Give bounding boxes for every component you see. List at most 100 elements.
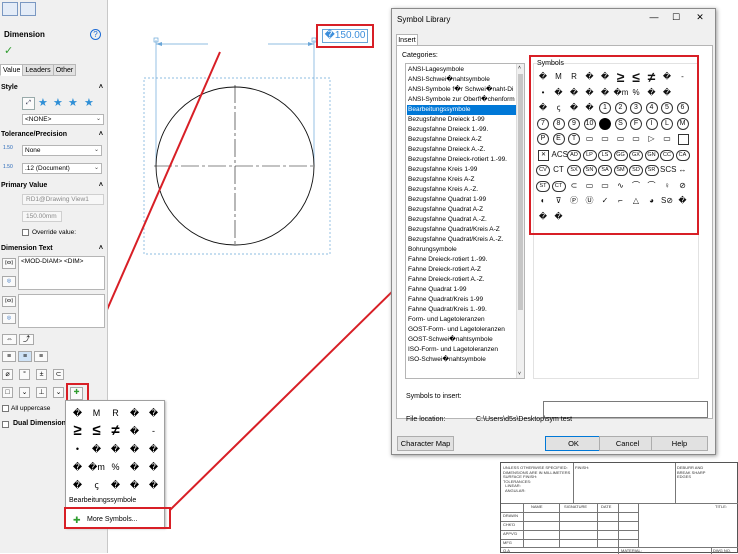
category-item[interactable]: Bezugsfahne Kreis 1-99 <box>407 165 517 175</box>
category-item[interactable]: Fahne Quadrat/Kreis 1-99 <box>407 295 517 305</box>
palette-symbol[interactable]: % <box>106 458 125 476</box>
category-item[interactable]: Bezugsfahne Dreieck-rotiert 1.-99. <box>407 155 517 165</box>
countersink-symbol-button[interactable]: ⌄ <box>19 387 30 398</box>
dimension-text-above[interactable]: <MOD-DIAM> <DIM> <box>18 256 105 290</box>
palette-symbol[interactable]: M <box>87 404 106 422</box>
category-item[interactable]: Fahne Dreieck-rotiert 1.-99. <box>407 255 517 265</box>
symbol-dropdown-chevron-icon[interactable]: ⌄ <box>53 387 64 398</box>
category-item[interactable]: Bezugsfahne Dreieck 1.-99. <box>407 125 517 135</box>
feature-manager-icon[interactable] <box>2 2 18 16</box>
primary-value-section-header[interactable]: Primary Value ˄ <box>1 182 105 189</box>
category-item[interactable]: ANSI-Lagesymbole <box>407 65 517 75</box>
tolerance-type-combo[interactable]: None ⌄ <box>22 145 102 156</box>
style-section-header[interactable]: Style ˄ <box>1 84 105 91</box>
help-button[interactable]: Help <box>651 436 708 451</box>
category-item[interactable]: Fahne Dreieck-rotiert A-Z <box>407 265 517 275</box>
tolerance-section-header[interactable]: Tolerance/Precision ˄ <box>1 131 105 138</box>
add-parentheses-button[interactable]: (xx) <box>2 258 16 269</box>
scrollbar-thumb[interactable] <box>518 74 523 310</box>
categories-scrollbar[interactable]: ˄ ˅ <box>516 64 524 378</box>
align-center-icon[interactable]: ≡ <box>18 351 32 362</box>
palette-symbol[interactable]: � <box>125 458 144 476</box>
collapse-chevron-icon[interactable]: ˄ <box>99 131 103 138</box>
scroll-down-icon[interactable]: ˅ <box>518 371 521 377</box>
palette-symbol[interactable]: � <box>106 476 125 494</box>
category-item[interactable]: Bezugsfahne Quadrat A.-Z. <box>407 215 517 225</box>
category-item[interactable]: Bezugsfahne Dreieck A-Z <box>407 135 517 145</box>
category-item[interactable]: Fahne Quadrat 1-99 <box>407 285 517 295</box>
palette-symbol[interactable]: � <box>144 476 163 494</box>
override-value-checkbox[interactable] <box>22 229 29 236</box>
category-item[interactable]: Form- und Lagetoleranzen <box>407 315 517 325</box>
align-right-icon[interactable]: ≡ <box>34 351 48 362</box>
palette-symbol[interactable]: � <box>144 440 163 458</box>
add-parentheses-button-2[interactable]: (xx) <box>2 296 16 307</box>
style-load-icon[interactable]: ★ <box>84 98 94 109</box>
palette-symbol[interactable]: �m <box>87 458 106 476</box>
category-item[interactable]: ANSI-Symbole zur Oberfl�chenform <box>407 95 517 105</box>
category-item[interactable]: Bohrungsymbole <box>407 245 517 255</box>
dimension-text-section-header[interactable]: Dimension Text ˄ <box>1 245 105 252</box>
palette-symbol[interactable]: ≠ <box>106 422 125 440</box>
center-dimension-icon[interactable]: ◎ <box>2 276 16 287</box>
help-icon[interactable]: ? <box>90 29 101 40</box>
category-item[interactable]: ANSI-Schwei�nahtsymbole <box>407 75 517 85</box>
plus-minus-symbol-button[interactable]: ± <box>36 369 47 380</box>
dimension-value-field[interactable]: 150.00mm <box>22 211 62 222</box>
depth-symbol-button[interactable]: ⊥ <box>36 387 47 398</box>
category-item[interactable]: Bezugsfahne Dreieck A.-Z. <box>407 145 517 155</box>
minimize-button[interactable]: — <box>643 12 665 22</box>
palette-symbol[interactable]: � <box>106 440 125 458</box>
palette-symbol[interactable]: � <box>68 458 87 476</box>
category-item[interactable]: Bezugsfahne Quadrat/Kreis A.-Z. <box>407 235 517 245</box>
tab-value[interactable]: Value <box>0 64 24 76</box>
palette-symbol[interactable]: � <box>125 476 144 494</box>
dimension-name-field[interactable]: RD1@Drawing View1 <box>22 194 104 205</box>
category-item[interactable]: Fahne Dreieck-rotiert A.-Z. <box>407 275 517 285</box>
category-item[interactable]: Bezugsfahne Quadrat 1-99 <box>407 195 517 205</box>
ok-button[interactable]: OK <box>545 436 602 451</box>
palette-symbol[interactable]: R <box>106 404 125 422</box>
palette-symbol[interactable]: ≤ <box>87 422 106 440</box>
collapse-chevron-icon[interactable]: ˄ <box>99 84 103 91</box>
dimension-text-below[interactable] <box>18 294 105 328</box>
centerline-symbol-button[interactable]: ⊂ <box>53 369 64 380</box>
tab-other[interactable]: Other <box>52 64 77 76</box>
style-apply-icon[interactable]: ⤢ <box>22 97 35 110</box>
category-item[interactable]: ISO-Form- und Lagetoleranzen <box>407 345 517 355</box>
style-add-icon[interactable]: ★ <box>53 98 63 109</box>
palette-symbol[interactable]: • <box>68 440 87 458</box>
category-item[interactable]: Bezugsfahne Quadrat A-Z <box>407 205 517 215</box>
all-uppercase-checkbox[interactable] <box>2 405 9 412</box>
justify-icon[interactable]: ⇔ <box>2 334 17 345</box>
dual-dimension-checkbox[interactable] <box>2 421 9 428</box>
dimension-value-label[interactable]: �150.00 <box>322 29 368 43</box>
leader-icon[interactable]: ⤴ <box>19 334 34 345</box>
palette-symbol[interactable]: � <box>87 440 106 458</box>
palette-symbol[interactable]: � <box>144 404 163 422</box>
inspection-dimension-icon[interactable]: ◎ <box>2 313 16 324</box>
palette-symbol[interactable]: ≥ <box>68 422 87 440</box>
category-item[interactable]: Bezugsfahne Quadrat/Kreis A-Z <box>407 225 517 235</box>
style-save-icon[interactable]: ★ <box>68 98 78 109</box>
maximize-button[interactable]: ☐ <box>665 12 687 23</box>
palette-symbol[interactable]: � <box>144 458 163 476</box>
align-left-icon[interactable]: ≡ <box>2 351 16 362</box>
palette-symbol[interactable]: - <box>144 422 163 440</box>
categories-list[interactable]: ANSI-Lagesymbole ANSI-Schwei�nahtsymbole A… <box>405 63 525 379</box>
scroll-up-icon[interactable]: ˄ <box>518 65 521 71</box>
cancel-button[interactable]: Cancel <box>599 436 656 451</box>
category-item[interactable]: Bezugsfahne Kreis A-Z <box>407 175 517 185</box>
close-button[interactable]: ✕ <box>689 12 711 23</box>
style-combo[interactable]: <NONE> ⌄ <box>22 114 104 125</box>
category-item[interactable]: ANSI-Symbole f�r Schwei�naht-Di <box>407 85 517 95</box>
palette-symbol[interactable]: � <box>68 476 87 494</box>
category-item[interactable]: ISO-Schwei�nahtsymbole <box>407 355 517 365</box>
palette-symbol[interactable]: � <box>68 404 87 422</box>
category-item[interactable]: GOST-Form- und Lagetoleranzen <box>407 325 517 335</box>
category-item[interactable]: Fahne Quadrat/Kreis 1.-99. <box>407 305 517 315</box>
tab-leaders[interactable]: Leaders <box>22 64 54 76</box>
category-item[interactable]: Bearbeitungssymbole <box>407 105 517 115</box>
palette-symbol[interactable]: � <box>125 440 144 458</box>
category-item[interactable]: Bezugsfahne Kreis A.-Z. <box>407 185 517 195</box>
